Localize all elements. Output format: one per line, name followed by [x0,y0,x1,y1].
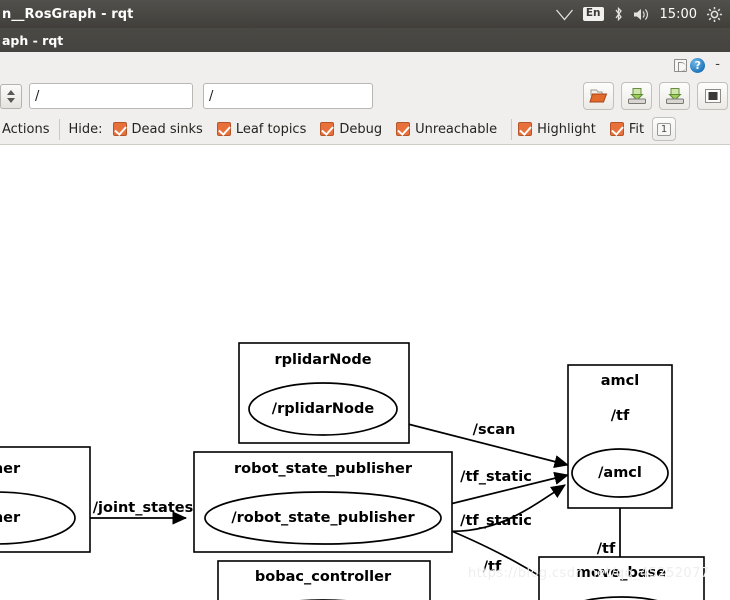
checkbox-dead-sinks[interactable]: Dead sinks [112,121,203,137]
zoom-level-label: 1 [656,122,672,136]
graph-node-amcl[interactable]: amcl /amcl [567,364,673,509]
graph-node-rplidarnode[interactable]: rplidarNode /rplidarNode [238,342,410,444]
namespace-filter-input[interactable] [29,83,193,109]
checkmark-icon[interactable] [609,122,624,136]
screen-root: n__RosGraph - rqt En 15:00 aph - rqt ? -… [0,0,730,600]
window-title-strip: aph - rqt [0,28,730,52]
system-top-panel: n__RosGraph - rqt En 15:00 [0,0,730,28]
wifi-icon[interactable] [555,7,574,21]
actions-label[interactable]: Actions [2,122,50,137]
keyboard-layout-indicator[interactable]: En [582,7,604,21]
system-clock[interactable]: 15:00 [660,7,697,22]
checkmark-icon[interactable] [216,122,231,136]
stop-button[interactable] [697,82,728,110]
toolbar-button-group [583,82,730,110]
graph-toolbar [0,78,730,114]
depth-spinner[interactable] [0,83,22,109]
bluetooth-icon[interactable] [613,6,624,22]
edge-label-tf-amcl-movebase: /tf [597,541,616,557]
node-label: /amcl [598,465,642,481]
checkmark-icon[interactable] [320,122,335,136]
spinner-down-arrow-icon[interactable] [7,97,15,103]
checkbox-label: Leaf topics [235,121,307,137]
system-tray: En 15:00 [555,6,730,23]
volume-icon[interactable] [633,7,651,22]
save-image-button[interactable] [659,82,690,110]
checkbox-leaf-topics[interactable]: Leaf topics [216,121,307,137]
rosgraph-svg[interactable]: blisher blisher rplidarNode /rplidarNode… [0,145,730,600]
save-dot-button[interactable] [621,82,652,110]
checkbox-label: Debug [339,121,383,137]
gear-icon[interactable] [706,6,723,23]
graph-node-robot-state-publisher[interactable]: robot_state_publisher /robot_state_publi… [193,451,453,553]
node-group-label: rplidarNode [274,352,371,368]
filter-toolbar: Actions Hide: Dead sinks Leaf topics Deb… [0,114,730,145]
toolbar-separator-2 [511,118,513,140]
window-strip-title: aph - rqt [2,32,64,48]
checkbox-unreachable[interactable]: Unreachable [396,122,497,137]
window-title: n__RosGraph - rqt [2,6,134,22]
plugin-header: ? - [0,52,730,78]
load-dot-button[interactable] [583,82,614,110]
node-label: blisher [0,510,21,526]
topic-filter-input[interactable] [203,83,373,109]
graph-node-bobac-controller[interactable]: bobac_controller /bobac_controller [217,560,431,600]
edge-label-joint-states: /joint_states [93,500,193,516]
watermark-text: https://blog.csdn.net/qq_45252077 [468,566,710,581]
node-group-label: robot_state_publisher [234,461,413,477]
toolbar-separator-1 [58,118,60,140]
edge-label-tf-static-lower: /tf_static [460,513,532,529]
checkbox-label: Unreachable [415,121,498,137]
checkbox-label: Highlight [537,121,596,137]
checkbox-label: Dead sinks [131,121,203,137]
edge-label-tf-static-upper: /tf_static [460,469,532,485]
checkmark-icon[interactable] [112,122,127,136]
node-label: /robot_state_publisher [231,510,415,526]
node-group-label: amcl [601,373,639,389]
checkbox-label: Fit [628,121,645,137]
checkbox-debug[interactable]: Debug [320,122,382,137]
edge-label-tf-self: /tf [611,408,630,424]
minimize-icon[interactable]: - [715,58,720,71]
hide-label: Hide: [68,121,103,137]
checkmark-icon[interactable] [396,122,411,136]
spinner-up-arrow-icon[interactable] [7,89,15,95]
checkbox-highlight[interactable]: Highlight [518,122,596,137]
node-group-label: blisher [0,461,21,477]
edge-label-scan: /scan [473,422,516,438]
checkbox-fit[interactable]: Fit [609,121,645,137]
node-label: /rplidarNode [272,401,375,417]
zoom-reset-button[interactable]: 1 [652,117,677,141]
dock-icon[interactable] [674,58,688,72]
checkmark-icon[interactable] [518,122,533,136]
node-group-label: bobac_controller [255,569,392,585]
help-icon[interactable]: ? [690,57,706,73]
rosgraph-canvas[interactable]: blisher blisher rplidarNode /rplidarNode… [0,145,730,600]
graph-node-joint-state-publisher[interactable]: blisher blisher [0,446,91,553]
